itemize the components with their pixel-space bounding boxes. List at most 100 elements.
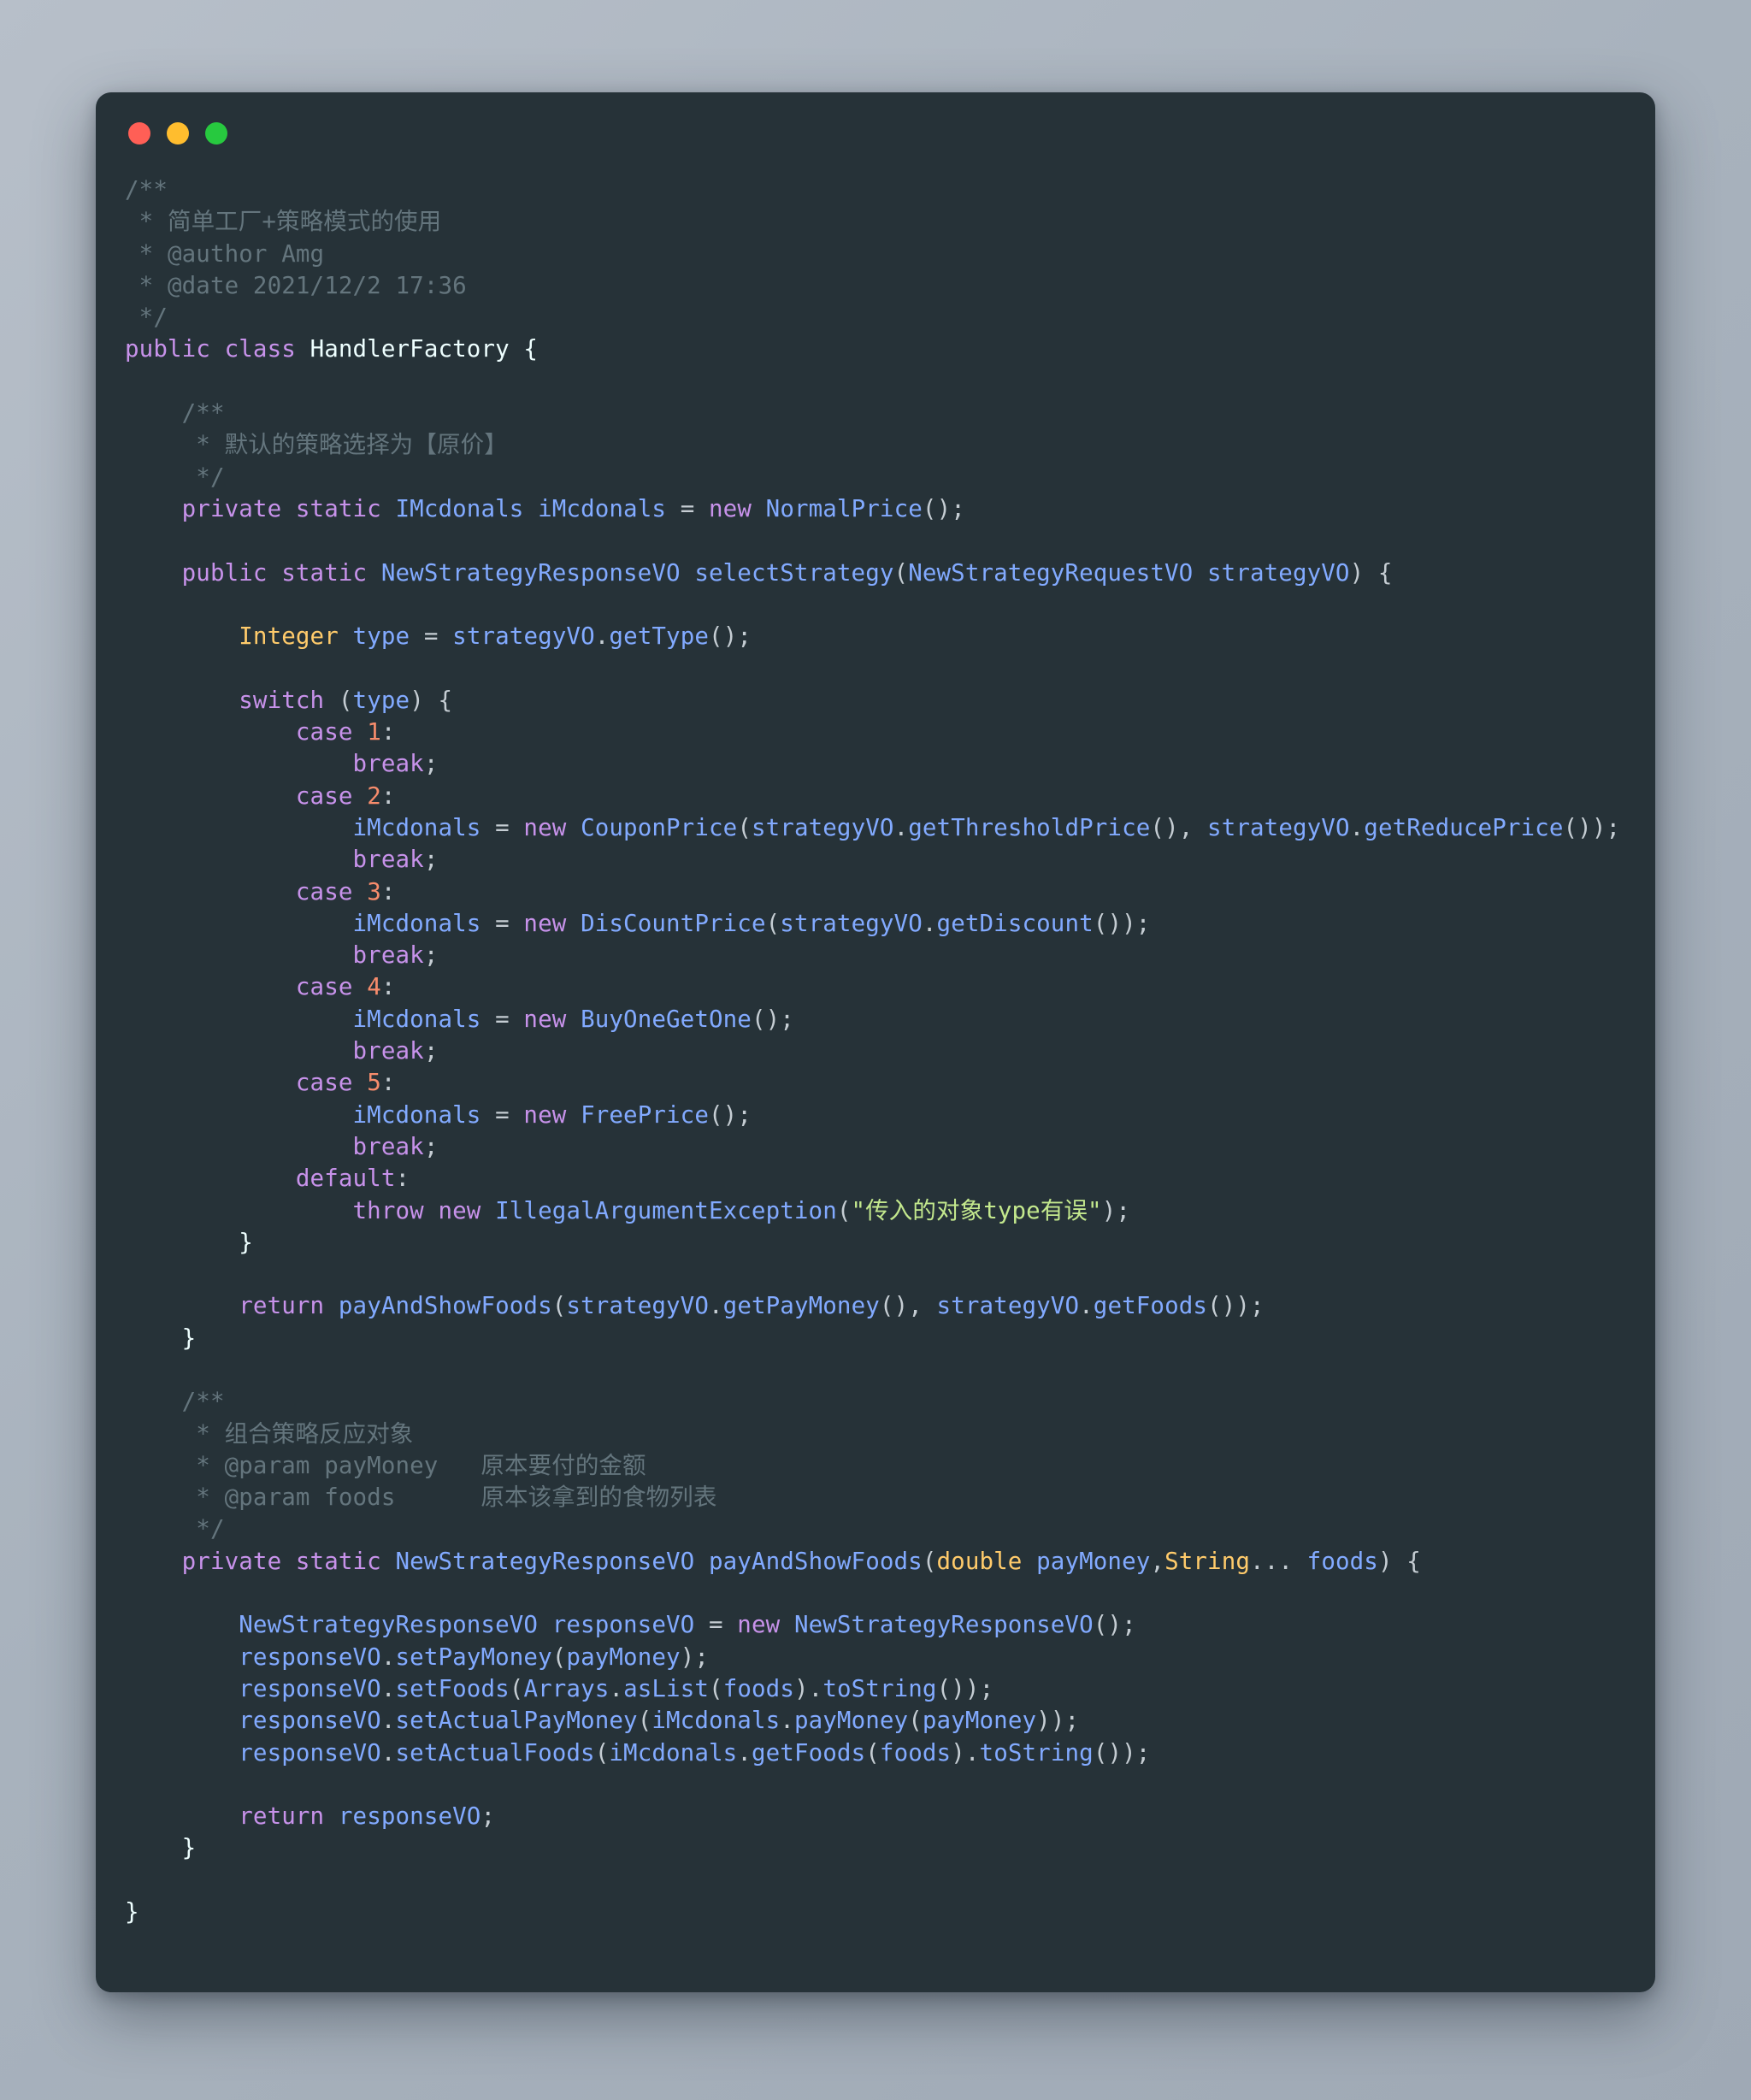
code-token: /** xyxy=(125,176,168,204)
code-token: iMcdonals xyxy=(352,1005,481,1033)
code-line: */ xyxy=(125,302,1626,333)
code-token: FreePrice xyxy=(581,1100,709,1129)
code-token: iMcdonals xyxy=(538,494,667,522)
code-token: responseVO xyxy=(551,1611,695,1639)
code-token: ( xyxy=(765,909,781,937)
code-editor-content[interactable]: /** * 简单工厂+策略模式的使用 * @author Amg * @date… xyxy=(96,174,1655,1962)
code-line: case 2: xyxy=(125,781,1626,812)
maximize-button-icon[interactable] xyxy=(205,122,227,145)
code-token: break xyxy=(352,1132,424,1160)
code-token: . xyxy=(380,1707,396,1735)
code-token: case xyxy=(295,1069,353,1097)
code-line: return payAndShowFoods(strategyVO.getPay… xyxy=(125,1290,1626,1322)
code-token: payMoney xyxy=(922,1707,1037,1735)
code-token: * 组合策略反应对象 xyxy=(125,1419,414,1448)
code-line: iMcdonals = new CouponPrice(strategyVO.g… xyxy=(125,812,1626,844)
code-token: ()); xyxy=(1093,1738,1151,1767)
close-button-icon[interactable] xyxy=(128,122,150,145)
code-token: . xyxy=(1349,813,1365,841)
code-line: /** xyxy=(125,398,1626,429)
code-line: * @author Amg xyxy=(125,239,1626,270)
code-token: type xyxy=(352,686,410,714)
minimize-button-icon[interactable] xyxy=(167,122,189,145)
code-token: (), xyxy=(879,1292,937,1320)
code-token: ( xyxy=(551,1643,567,1671)
code-token: responseVO xyxy=(338,1802,481,1831)
code-token: case xyxy=(295,782,353,810)
code-token: strategyVO xyxy=(1207,813,1350,841)
code-line: switch (type) { xyxy=(125,685,1626,717)
code-line: break; xyxy=(125,1131,1626,1163)
code-token: ); xyxy=(1101,1196,1131,1224)
code-token: ( xyxy=(908,1707,923,1735)
code-token: 1 xyxy=(367,718,381,746)
code-line: NewStrategyResponseVO responseVO = new N… xyxy=(125,1609,1626,1641)
code-token: } xyxy=(125,1834,197,1862)
code-token: toString xyxy=(979,1738,1094,1767)
code-token: strategyVO xyxy=(936,1292,1080,1320)
code-token: String xyxy=(1164,1547,1251,1575)
code-token: payMoney xyxy=(566,1643,681,1671)
code-token: break xyxy=(352,750,424,778)
code-token: . xyxy=(922,909,937,937)
code-line: private static NewStrategyResponseVO pay… xyxy=(125,1546,1626,1578)
code-token: iMcdonals xyxy=(352,1100,481,1129)
code-token: ( xyxy=(922,1547,937,1575)
code-token: . xyxy=(1079,1292,1094,1320)
code-token: 2 xyxy=(367,782,381,810)
code-line: } xyxy=(125,1323,1626,1354)
code-token: . xyxy=(780,1707,794,1735)
code-token: getType xyxy=(609,622,710,651)
code-token: getReducePrice xyxy=(1364,813,1564,841)
code-token: * @author Amg xyxy=(125,239,325,268)
code-token: ; xyxy=(423,750,439,778)
code-token: setActualFoods xyxy=(395,1738,595,1767)
code-token: (); xyxy=(751,1005,794,1033)
code-line: case 3: xyxy=(125,876,1626,908)
code-token: } xyxy=(125,1324,197,1352)
code-token: } xyxy=(125,1898,139,1926)
code-line: * 默认的策略选择为【原价】 xyxy=(125,429,1626,461)
code-token: . xyxy=(594,622,610,651)
code-token: (); xyxy=(709,1100,752,1129)
code-token: Integer xyxy=(239,622,339,651)
code-token: setFoods xyxy=(395,1674,510,1702)
code-token: break xyxy=(352,941,424,970)
code-token: = xyxy=(480,909,524,937)
code-token: : xyxy=(380,877,396,905)
code-token: getFoods xyxy=(751,1738,866,1767)
code-token: (), xyxy=(1150,813,1208,841)
code-token: getPayMoney xyxy=(722,1292,880,1320)
code-line: break; xyxy=(125,748,1626,780)
code-token: responseVO xyxy=(239,1738,381,1767)
code-token: throw new xyxy=(352,1196,481,1224)
code-line: public static NewStrategyResponseVO sele… xyxy=(125,557,1626,589)
code-token: public static xyxy=(181,558,368,587)
code-window: /** * 简单工厂+策略模式的使用 * @author Amg * @date… xyxy=(96,92,1655,1992)
code-token: */ xyxy=(125,304,168,332)
code-token: 3 xyxy=(367,877,381,905)
code-token: setActualPayMoney xyxy=(395,1707,638,1735)
code-token: * @date 2021/12/2 17:36 xyxy=(125,271,467,299)
code-line: * 组合策略反应对象 xyxy=(125,1419,1626,1450)
code-line: default: xyxy=(125,1163,1626,1195)
code-token: case xyxy=(295,718,353,746)
code-token: payAndShowFoods xyxy=(338,1292,552,1320)
